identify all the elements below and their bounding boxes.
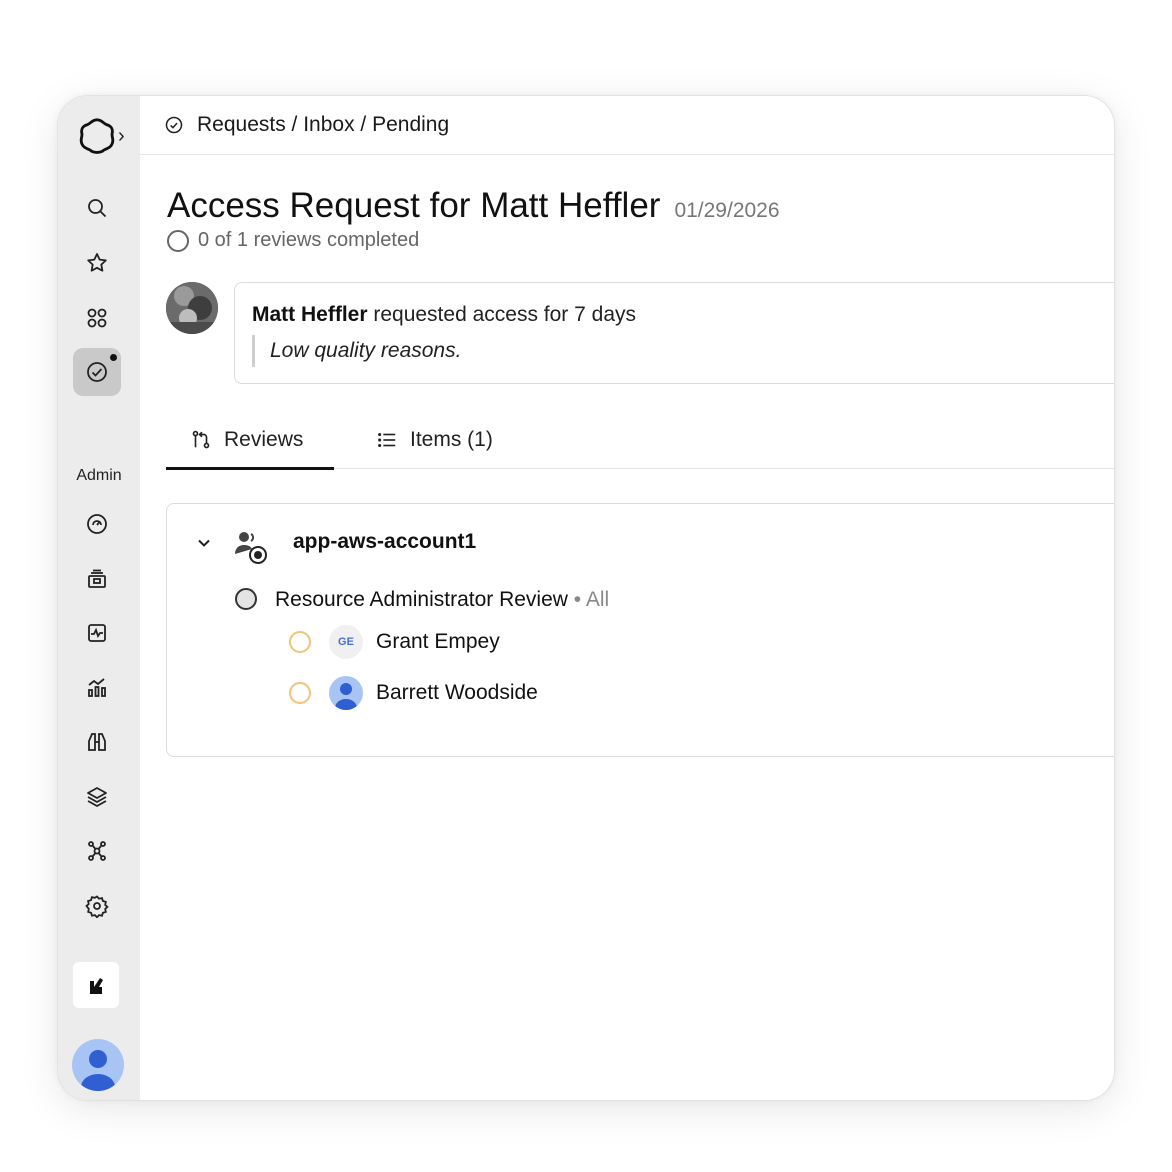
integrations-icon[interactable] [73, 827, 121, 875]
chevron-down-icon[interactable] [195, 534, 213, 552]
analytics-icon[interactable] [73, 664, 121, 712]
review-title: Resource Administrator Review • All [275, 588, 609, 612]
apps-icon[interactable] [73, 294, 121, 342]
group-name[interactable]: app-aws-account1 [293, 530, 476, 554]
group-resource-icon [235, 532, 267, 564]
tab-items-label: Items (1) [410, 428, 493, 451]
request-summary: Matt Heffler requested access for 7 days [252, 303, 636, 327]
logo-icon [79, 118, 115, 154]
user-avatar[interactable] [72, 1039, 124, 1091]
request-reason: Low quality reasons. [252, 335, 461, 367]
progress-circle-icon [167, 229, 189, 252]
main-content: Requests / Inbox / Pending Access Reques… [140, 96, 1114, 1100]
review-name: Resource Administrator Review [275, 588, 568, 611]
review-scope: • All [567, 588, 610, 611]
review-group-card: app-aws-account1 Resource Administrator … [166, 503, 1114, 757]
person-icon [335, 683, 357, 710]
logo-expand-toggle[interactable]: › [78, 116, 138, 156]
requester-avatar [166, 282, 218, 334]
hand-icon [90, 978, 103, 994]
request-date: 01/29/2026 [674, 199, 780, 222]
chevron-right-icon: › [118, 124, 125, 147]
title-row: Access Request for Matt Heffler 01/29/20… [167, 186, 780, 226]
person-icon [81, 1050, 115, 1091]
git-pull-request-icon [192, 430, 210, 449]
layers-icon[interactable] [73, 773, 121, 821]
search-icon[interactable] [73, 184, 121, 232]
activity-icon[interactable] [73, 609, 121, 657]
tab-bar: Reviews Items (1) [166, 411, 1114, 470]
review-status-circle [235, 588, 257, 610]
reviewer-row: Barrett Woodside [289, 675, 538, 711]
reviewer-row: GE Grant Empey [289, 624, 500, 660]
pending-status-circle [289, 631, 311, 653]
reviewer-avatar: GE [329, 625, 363, 659]
notification-dot [110, 354, 117, 361]
pending-status-circle [289, 682, 311, 704]
tab-items[interactable]: Items (1) [376, 411, 493, 469]
page-title: Access Request for Matt Heffler [167, 186, 661, 225]
top-bar: Requests / Inbox / Pending [140, 96, 1114, 155]
reviewer-avatar [329, 676, 363, 710]
sidebar: › Admin [58, 96, 140, 1100]
reviewer-name[interactable]: Grant Empey [376, 630, 500, 654]
reviewer-name[interactable]: Barrett Woodside [376, 681, 538, 705]
check-circle-icon [165, 116, 183, 134]
inventory-icon[interactable] [73, 555, 121, 603]
discovery-icon[interactable] [73, 718, 121, 766]
app-window: › Admin Requests / Inbox / Pending Acces… [58, 96, 1114, 1100]
settings-icon[interactable] [73, 882, 121, 930]
request-action: requested access for 7 days [367, 303, 636, 326]
tab-reviews-label: Reviews [224, 428, 304, 451]
review-progress: 0 of 1 reviews completed [167, 229, 419, 252]
star-icon[interactable] [73, 239, 121, 287]
tab-reviews[interactable]: Reviews [166, 411, 334, 470]
dashboard-gauge-icon[interactable] [73, 500, 121, 548]
breadcrumb[interactable]: Requests / Inbox / Pending [197, 113, 449, 137]
requests-icon[interactable] [73, 348, 121, 396]
requester-name[interactable]: Matt Heffler [252, 303, 368, 326]
request-comment-card: Matt Heffler requested access for 7 days… [234, 282, 1114, 384]
progress-text: 0 of 1 reviews completed [198, 229, 420, 251]
list-icon [378, 432, 396, 448]
admin-section-label: Admin [76, 467, 122, 484]
help-app-button[interactable] [73, 962, 119, 1008]
